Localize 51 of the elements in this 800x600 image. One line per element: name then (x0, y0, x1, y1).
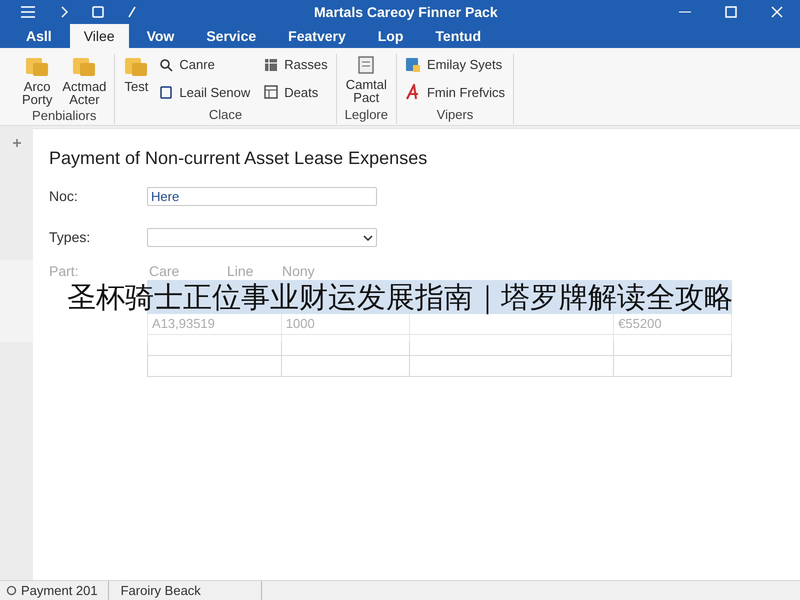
group-label: Penbialiors (32, 107, 96, 125)
group-label: Leglore (344, 106, 388, 124)
ribbon-tab[interactable]: Vow (132, 24, 188, 48)
table-cell: €55200 (614, 314, 732, 334)
letter-icon (404, 84, 421, 100)
column-label: Part: (49, 264, 79, 278)
ribbon-tab[interactable]: Featvery (274, 24, 360, 48)
column-label: Care (149, 264, 180, 278)
field-label: Noc: (49, 187, 79, 206)
column-label: Nony (282, 264, 315, 278)
search-icon (159, 58, 174, 72)
field-label: Types: (49, 228, 92, 247)
chevron-down-icon (363, 234, 373, 240)
menu-icon[interactable] (20, 6, 36, 18)
ribbon-tab[interactable]: Lop (364, 24, 418, 48)
group-label: Vipers (436, 106, 474, 124)
ribbon-button[interactable]: Fmin Frefvics (404, 83, 505, 102)
pin-icon[interactable] (12, 138, 22, 148)
ribbon-tab[interactable]: Asll (12, 24, 66, 48)
circle-icon (6, 585, 17, 596)
ribbon-tab[interactable]: Tentud (421, 24, 496, 48)
window-icon (264, 85, 278, 100)
minimize-icon (679, 11, 691, 13)
ribbon-button[interactable]: Test (123, 54, 150, 104)
close-icon (771, 6, 783, 18)
column-label: Line (227, 264, 254, 278)
ribbon-tab[interactable]: Service (192, 24, 270, 48)
ribbon-button[interactable]: Camtal Pact (346, 54, 387, 104)
square-icon[interactable] (92, 6, 104, 18)
grid-icon (264, 58, 278, 72)
group-label: Clace (208, 106, 242, 124)
ribbon-button[interactable]: Leail Senow (159, 83, 250, 102)
banner-caption: 圣杯骑士正位事业财运发展指南｜塔罗牌解读全攻略 (67, 284, 733, 313)
slash-icon[interactable] (128, 6, 136, 18)
table-cell: A13,93519 (148, 314, 282, 334)
ribbon-button[interactable]: Deats (264, 83, 328, 102)
ribbon-button[interactable]: Arco Porty (22, 54, 52, 106)
ribbon-button[interactable]: Emilay Syets (404, 56, 505, 74)
table-cell: 1000 (282, 314, 410, 334)
window-title: Martals Careoy Finner Pack (314, 2, 498, 22)
status-text: Payment 201 (21, 580, 109, 600)
chevron-icon[interactable] (60, 6, 68, 18)
input-field[interactable]: Here (147, 187, 377, 206)
ribbon-button[interactable]: Canre (159, 56, 250, 74)
ribbon-tab[interactable]: Vilee (70, 24, 129, 48)
ribbon-button[interactable]: Rasses (264, 56, 328, 74)
status-text: Faroiry Beack (108, 580, 262, 600)
form-title: Payment of Non-current Asset Lease Expenses (49, 147, 428, 170)
image-icon (404, 57, 421, 73)
ribbon-button[interactable]: Actmad Acter (62, 54, 106, 106)
maximize-icon (725, 6, 737, 18)
